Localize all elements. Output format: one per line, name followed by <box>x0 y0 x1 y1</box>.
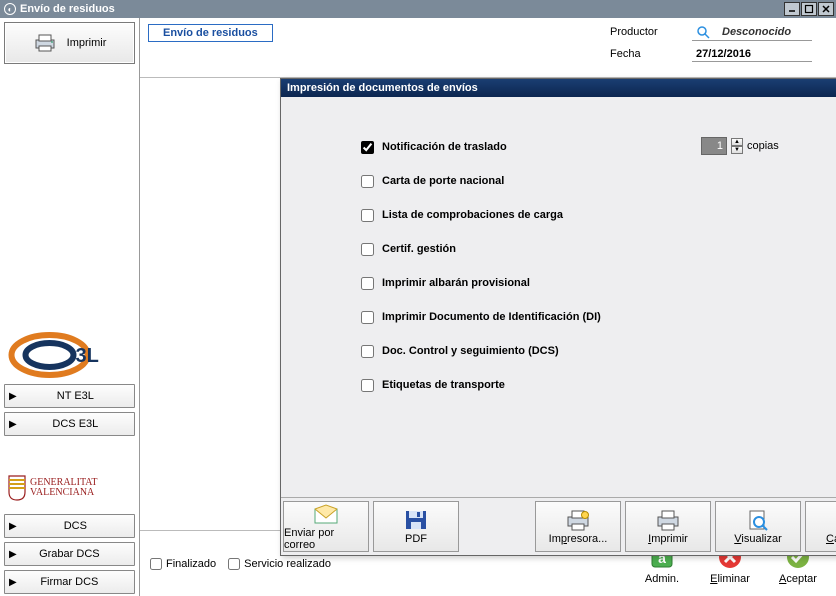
option-albaran-checkbox[interactable] <box>361 277 374 290</box>
sidebar-item-label: NT E3L <box>35 390 116 402</box>
play-icon: ▶ <box>9 549 17 560</box>
minimize-button[interactable] <box>784 2 800 16</box>
sidebar-item-label: Firmar DCS <box>23 576 116 588</box>
option-di-checkbox[interactable] <box>361 311 374 324</box>
e3l-logo: 3L <box>8 332 131 378</box>
productor-label: Productor <box>610 26 680 38</box>
sidebar-print-label: Imprimir <box>67 37 107 49</box>
close-button[interactable] <box>818 2 834 16</box>
app-icon: ◐ <box>4 3 16 15</box>
enviar-correo-button[interactable]: Enviar por correo <box>283 501 369 552</box>
option-label: Imprimir albarán provisional <box>382 277 530 289</box>
impresora-button[interactable]: Impresora... <box>535 501 621 552</box>
sidebar-item-nt-e3l[interactable]: ▶ NT E3L <box>4 384 135 408</box>
productor-value: Desconocido <box>722 26 791 38</box>
copies-down-icon[interactable]: ▼ <box>731 146 743 154</box>
sidebar-item-dcs-e3l[interactable]: ▶ DCS E3L <box>4 412 135 436</box>
dialog-title: Impresión de documentos de envíos <box>281 79 836 97</box>
play-icon: ▶ <box>9 521 17 532</box>
option-notificacion-checkbox[interactable] <box>361 141 374 154</box>
svg-text:3L: 3L <box>76 345 99 367</box>
play-icon: ▶ <box>9 419 17 430</box>
option-label: Lista de comprobaciones de carga <box>382 209 563 221</box>
servicio-checkbox[interactable]: Servicio realizado <box>228 558 331 570</box>
sidebar-print-button[interactable]: Imprimir <box>4 22 135 64</box>
play-icon: ▶ <box>9 391 17 402</box>
copies-value[interactable]: 1 <box>701 137 727 155</box>
sidebar-item-label: Grabar DCS <box>23 548 116 560</box>
preview-icon <box>745 509 771 531</box>
section-tab: Envío de residuos <box>148 24 273 42</box>
option-label: Notificación de traslado <box>382 141 507 153</box>
option-label: Certif. gestión <box>382 243 456 255</box>
finalizado-checkbox[interactable]: Finalizado <box>150 558 216 570</box>
mail-icon <box>313 503 339 525</box>
printer-icon <box>655 509 681 531</box>
copies-label: copias <box>747 140 779 152</box>
content-header: Envío de residuos Productor Desconocido … <box>140 18 836 78</box>
sidebar-item-dcs[interactable]: ▶ DCS <box>4 514 135 538</box>
option-label: Carta de porte nacional <box>382 175 504 187</box>
option-certif-checkbox[interactable] <box>361 243 374 256</box>
generalitat-logo: GENERALITATVALENCIANA <box>8 468 131 508</box>
sidebar-item-firmar-dcs[interactable]: ▶ Firmar DCS <box>4 570 135 594</box>
copies-up-icon[interactable]: ▲ <box>731 138 743 146</box>
print-dialog: Impresión de documentos de envíos Notifi… <box>280 78 836 556</box>
fecha-label: Fecha <box>610 48 680 60</box>
option-dcs-checkbox[interactable] <box>361 345 374 358</box>
sidebar-item-label: DCS E3L <box>35 418 116 430</box>
pdf-button[interactable]: PDF <box>373 501 459 552</box>
copies-stepper: 1 ▲ ▼ copias <box>701 137 779 155</box>
sidebar-item-grabar-dcs[interactable]: ▶ Grabar DCS <box>4 542 135 566</box>
option-lista-checkbox[interactable] <box>361 209 374 222</box>
option-label: Etiquetas de transporte <box>382 379 505 391</box>
cancelar-button[interactable]: Cancelar <box>805 501 836 552</box>
sidebar: Imprimir 3L ▶ NT E3L ▶ DCS E3L <box>0 18 140 596</box>
window-title: Envío de residuos <box>20 3 115 15</box>
option-label: Doc. Control y seguimiento (DCS) <box>382 345 559 357</box>
printer-icon <box>33 34 57 52</box>
sidebar-item-label: DCS <box>35 520 116 532</box>
fecha-value: 27/12/2016 <box>692 47 812 62</box>
option-label: Imprimir Documento de Identificación (DI… <box>382 311 601 323</box>
option-etiquetas-checkbox[interactable] <box>361 379 374 392</box>
save-disk-icon <box>403 509 429 531</box>
option-carta-porte-checkbox[interactable] <box>361 175 374 188</box>
visualizar-button[interactable]: Visualizar <box>715 501 801 552</box>
search-icon[interactable] <box>696 25 710 39</box>
printer-settings-icon <box>565 509 591 531</box>
window-titlebar: ◐ Envío de residuos <box>0 0 836 18</box>
imprimir-button[interactable]: Imprimir <box>625 501 711 552</box>
play-icon: ▶ <box>9 577 17 588</box>
maximize-button[interactable] <box>801 2 817 16</box>
